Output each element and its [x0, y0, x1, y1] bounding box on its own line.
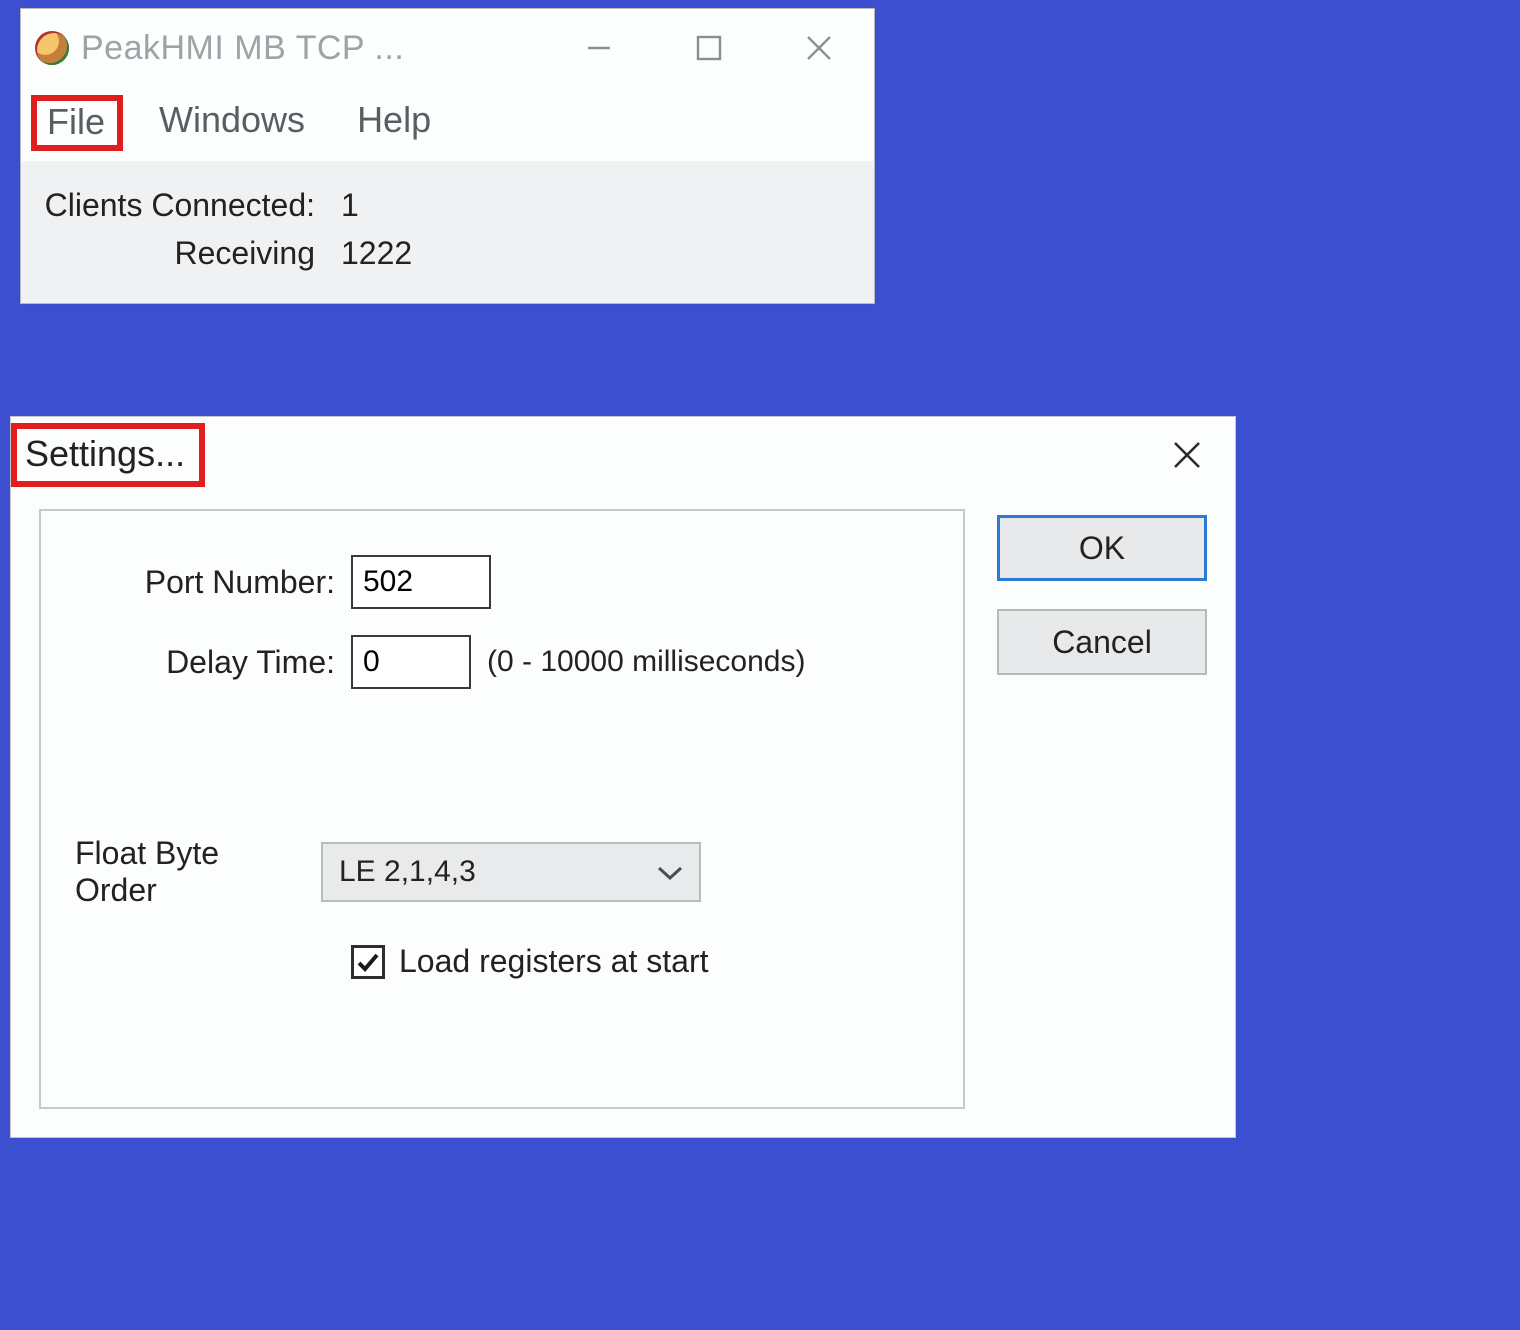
minimize-button[interactable]	[544, 9, 654, 87]
dialog-body: Port Number: Delay Time: (0 - 10000 mill…	[11, 493, 1235, 1137]
menu-file[interactable]: File	[31, 95, 123, 151]
load-registers-checkbox[interactable]	[351, 945, 385, 979]
load-registers-label: Load registers at start	[399, 943, 708, 980]
close-icon	[802, 31, 836, 65]
close-button[interactable]	[764, 9, 874, 87]
delay-time-label: Delay Time:	[75, 644, 335, 681]
dialog-title: Settings...	[11, 423, 205, 487]
dialog-close-button[interactable]	[1139, 417, 1235, 493]
minimize-icon	[582, 31, 616, 65]
delay-time-input[interactable]	[351, 635, 471, 689]
settings-groupbox: Port Number: Delay Time: (0 - 10000 mill…	[39, 509, 965, 1109]
delay-time-row: Delay Time: (0 - 10000 milliseconds)	[75, 635, 929, 689]
maximize-button[interactable]	[654, 9, 764, 87]
spacer	[75, 715, 929, 835]
clients-connected-label: Clients Connected:	[41, 181, 341, 229]
dialog-button-column: OK Cancel	[997, 509, 1207, 675]
float-byte-order-label: Float Byte Order	[75, 835, 305, 909]
chevron-down-icon	[657, 855, 683, 889]
menu-help[interactable]: Help	[341, 95, 447, 151]
close-icon	[1170, 438, 1204, 472]
window-title: PeakHMI MB TCP ...	[81, 29, 404, 68]
receiving-label: Receiving	[41, 229, 341, 277]
menu-bar: File Windows Help	[21, 87, 874, 161]
checkmark-icon	[356, 950, 380, 974]
delay-time-hint: (0 - 10000 milliseconds)	[487, 645, 805, 679]
load-registers-row: Load registers at start	[351, 943, 929, 980]
dialog-title-bar[interactable]: Settings...	[11, 417, 1235, 493]
port-number-row: Port Number:	[75, 555, 929, 609]
maximize-icon	[694, 33, 724, 63]
port-number-label: Port Number:	[75, 564, 335, 601]
float-byte-order-row: Float Byte Order LE 2,1,4,3	[75, 835, 929, 909]
status-row-clients: Clients Connected: 1	[41, 181, 850, 229]
float-byte-order-value: LE 2,1,4,3	[339, 855, 476, 889]
title-bar[interactable]: PeakHMI MB TCP ...	[21, 9, 874, 87]
cancel-button[interactable]: Cancel	[997, 609, 1207, 675]
ok-button[interactable]: OK	[997, 515, 1207, 581]
status-row-receiving: Receiving 1222	[41, 229, 850, 277]
clients-connected-value: 1	[341, 181, 359, 229]
receiving-value: 1222	[341, 229, 412, 277]
float-byte-order-select[interactable]: LE 2,1,4,3	[321, 842, 701, 902]
main-window: PeakHMI MB TCP ... File Windows Help Cli…	[20, 8, 875, 304]
port-number-input[interactable]	[351, 555, 491, 609]
app-icon	[35, 31, 69, 65]
status-area: Clients Connected: 1 Receiving 1222	[21, 161, 874, 303]
menu-windows[interactable]: Windows	[143, 95, 321, 151]
settings-dialog: Settings... Port Number: Delay Time: (0 …	[10, 416, 1236, 1138]
